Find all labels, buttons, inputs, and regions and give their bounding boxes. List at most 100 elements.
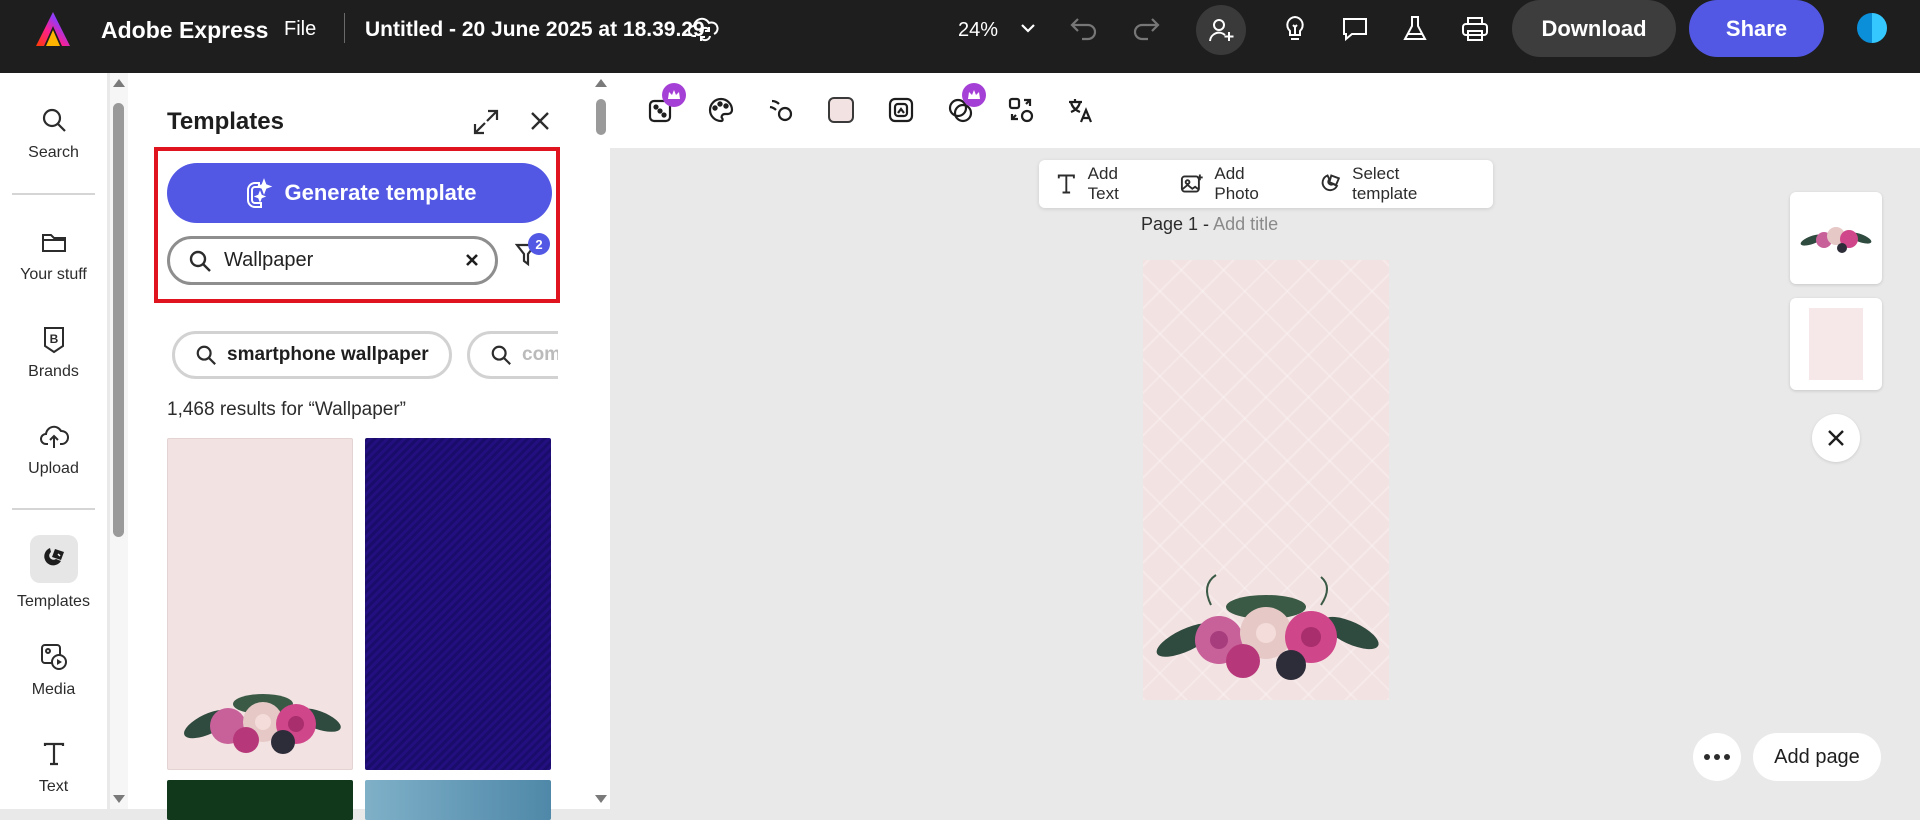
scroll-up-arrow[interactable] bbox=[113, 79, 125, 87]
chip-label: com bbox=[522, 344, 558, 365]
rail-item-label: Media bbox=[31, 681, 76, 698]
replace-tool[interactable] bbox=[1004, 93, 1038, 127]
search-icon bbox=[189, 250, 211, 272]
download-button[interactable]: Download bbox=[1512, 0, 1676, 57]
adobe-express-logo[interactable] bbox=[34, 10, 72, 48]
background-color-tool[interactable] bbox=[824, 93, 858, 127]
expand-icon[interactable] bbox=[471, 107, 501, 137]
page-thumbnail-2[interactable] bbox=[1790, 298, 1882, 390]
folder-icon bbox=[38, 226, 70, 258]
media-icon bbox=[38, 641, 70, 673]
scroll-down-arrow[interactable] bbox=[113, 795, 125, 803]
search-icon bbox=[38, 104, 70, 136]
floral-bouquet-image bbox=[184, 694, 341, 754]
zoom-level[interactable]: 24% bbox=[958, 15, 998, 45]
brand-kit-tool[interactable] bbox=[944, 83, 986, 127]
chevron-down-icon[interactable] bbox=[1018, 18, 1038, 38]
chip-com[interactable]: com bbox=[467, 331, 558, 379]
premium-crown-icon bbox=[662, 83, 686, 107]
rail-item-label: Brands bbox=[28, 363, 79, 380]
top-bar: Adobe Express File Untitled - 20 June 20… bbox=[0, 0, 1920, 73]
floral-bouquet-image bbox=[1800, 227, 1872, 253]
share-button[interactable]: Share bbox=[1689, 0, 1824, 57]
lightbulb-icon[interactable] bbox=[1280, 14, 1310, 44]
panel-title: Templates bbox=[167, 108, 284, 135]
rail-item-your-stuff[interactable]: Your stuff bbox=[0, 226, 107, 284]
template-thumbnail[interactable] bbox=[365, 780, 551, 820]
add-title-placeholder[interactable]: Add title bbox=[1213, 214, 1278, 234]
search-input[interactable] bbox=[224, 249, 454, 272]
resize-tool[interactable] bbox=[644, 83, 686, 127]
rail-item-upload[interactable]: Upload bbox=[0, 420, 107, 478]
invite-user-button[interactable] bbox=[1196, 5, 1246, 55]
left-rail: Search Your stuff B Brands Upload Templa… bbox=[0, 73, 107, 809]
text-icon bbox=[38, 738, 70, 770]
add-photo-button[interactable]: Add Photo bbox=[1180, 164, 1290, 204]
flask-icon[interactable] bbox=[1400, 14, 1430, 44]
theme-tool[interactable] bbox=[704, 93, 738, 127]
rail-item-search[interactable]: Search bbox=[0, 104, 107, 162]
avatar[interactable] bbox=[1855, 11, 1889, 45]
search-icon bbox=[491, 345, 511, 365]
more-options-button[interactable] bbox=[1693, 733, 1741, 781]
templates-panel: Templates Generate template 2 smartphone… bbox=[128, 73, 610, 820]
clear-search-icon[interactable] bbox=[463, 251, 481, 269]
rail-item-label: Text bbox=[38, 778, 69, 795]
upload-cloud-icon bbox=[38, 420, 70, 452]
generate-template-button[interactable]: Generate template bbox=[167, 163, 552, 223]
add-page-button[interactable]: Add page bbox=[1753, 733, 1881, 781]
template-thumbnail[interactable] bbox=[167, 438, 353, 770]
rail-item-brands[interactable]: B Brands bbox=[0, 323, 107, 381]
undo-icon[interactable] bbox=[1068, 13, 1100, 43]
text-icon bbox=[1057, 174, 1075, 194]
scroll-thumb[interactable] bbox=[596, 99, 606, 135]
template-thumbnail[interactable] bbox=[365, 438, 551, 770]
brand-icon: B bbox=[38, 323, 70, 355]
scroll-thumb[interactable] bbox=[113, 103, 124, 537]
rail-item-label: Templates bbox=[17, 593, 90, 610]
filter-count-badge: 2 bbox=[528, 233, 550, 255]
rail-item-text[interactable]: Text bbox=[0, 738, 107, 796]
add-text-button[interactable]: Add Text bbox=[1055, 164, 1150, 204]
document-title[interactable]: Untitled - 20 June 2025 at 18.39.29 bbox=[365, 15, 705, 45]
app-name: Adobe Express bbox=[101, 17, 269, 43]
template-search[interactable] bbox=[167, 236, 498, 285]
templates-icon bbox=[29, 535, 78, 583]
translate-tool[interactable] bbox=[1064, 93, 1098, 127]
svg-text:B: B bbox=[49, 332, 58, 346]
floral-bouquet-image bbox=[1156, 574, 1379, 680]
color-swatch-icon bbox=[828, 97, 854, 123]
chip-smartphone-wallpaper[interactable]: smartphone wallpaper bbox=[172, 331, 452, 379]
close-icon[interactable] bbox=[1812, 414, 1860, 462]
rail-divider bbox=[12, 508, 95, 510]
select-template-button[interactable]: Select template bbox=[1319, 164, 1463, 204]
scroll-down-arrow[interactable] bbox=[595, 795, 607, 803]
editor-toolbar bbox=[610, 73, 1920, 148]
page-thumbnail-1[interactable] bbox=[1790, 192, 1882, 284]
page-title[interactable]: Page 1 - Add title bbox=[1141, 214, 1278, 235]
print-icon[interactable] bbox=[1460, 14, 1490, 44]
quick-actions-bar: Add Text Add Photo Select template bbox=[1039, 160, 1493, 208]
rail-item-media[interactable]: Media bbox=[0, 641, 107, 699]
panel-scrollbar[interactable] bbox=[592, 73, 610, 809]
add-photo-label: Add Photo bbox=[1214, 164, 1259, 203]
suggestion-chips: smartphone wallpaper com bbox=[172, 331, 558, 381]
rail-item-templates[interactable]: Templates bbox=[0, 535, 107, 611]
results-count: 1,468 results for “Wallpaper” bbox=[167, 399, 407, 420]
file-menu[interactable]: File bbox=[284, 16, 316, 42]
templates-icon bbox=[1322, 174, 1341, 192]
comment-icon[interactable] bbox=[1340, 14, 1370, 44]
redo-icon[interactable] bbox=[1130, 13, 1162, 43]
shape-tool[interactable] bbox=[884, 93, 918, 127]
rail-scrollbar[interactable] bbox=[110, 73, 128, 809]
template-thumbnail[interactable] bbox=[167, 780, 353, 820]
canvas-page[interactable] bbox=[1143, 260, 1389, 700]
animation-tool[interactable] bbox=[764, 93, 798, 127]
close-icon[interactable] bbox=[528, 109, 552, 133]
generate-template-label: Generate template bbox=[284, 180, 477, 205]
translate-icon bbox=[1069, 99, 1093, 123]
cloud-sync-icon[interactable] bbox=[688, 14, 720, 44]
dot-icon bbox=[1724, 754, 1730, 760]
animate-icon bbox=[769, 99, 793, 122]
scroll-up-arrow[interactable] bbox=[595, 79, 607, 87]
